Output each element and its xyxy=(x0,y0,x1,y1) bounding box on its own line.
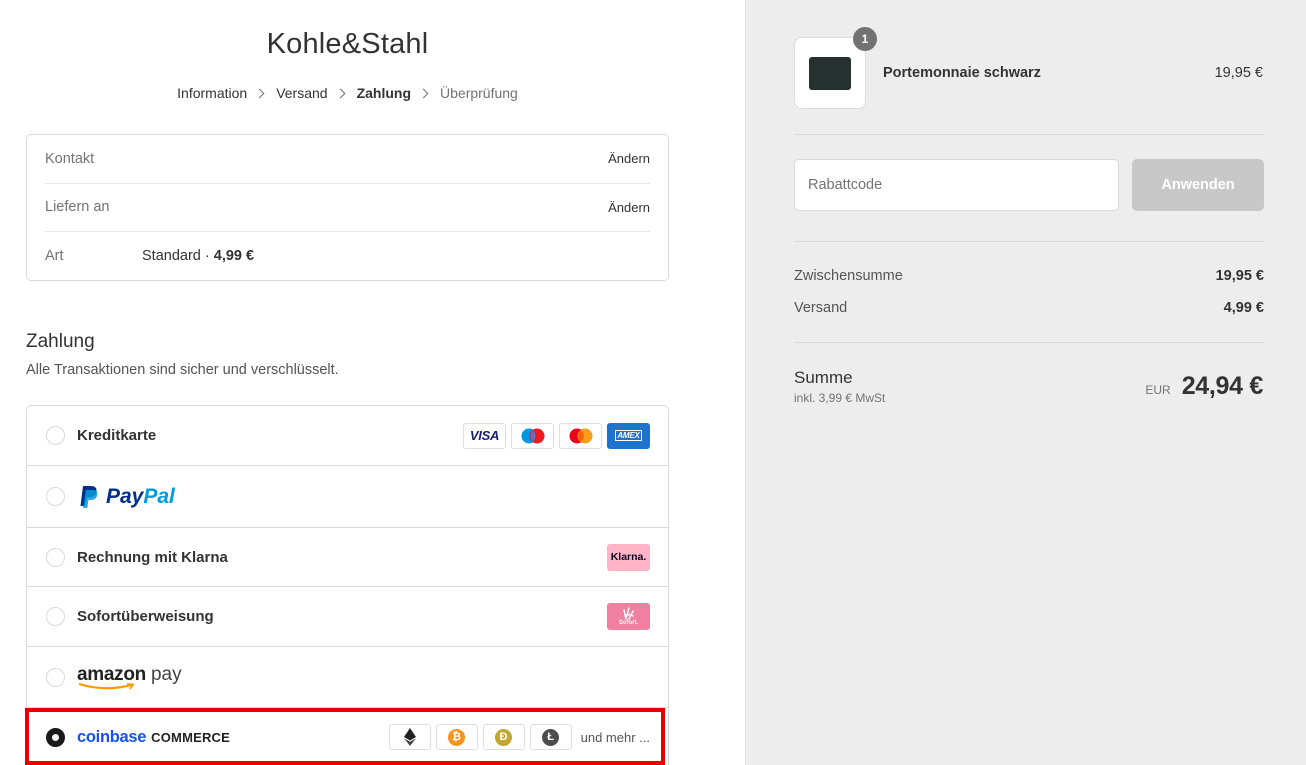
mastercard-icon xyxy=(559,422,602,449)
payment-methods: Kreditkarte VISA AMEX Pay Pal Rechnung m… xyxy=(26,405,669,765)
change-shipto-link[interactable]: Ändern xyxy=(608,200,650,215)
review-contact-label: Kontakt xyxy=(45,150,95,167)
order-summary: 1 Portemonnaie schwarz 19,95 € Anwenden … xyxy=(745,0,1306,765)
breadcrumb: Information Versand Zahlung Überprüfung xyxy=(0,85,695,101)
quantity-badge: 1 xyxy=(853,27,877,51)
review-shipto-row: Liefern an Ändern xyxy=(45,184,650,232)
breadcrumb-information[interactable]: Information xyxy=(177,85,247,101)
card-badges: VISA AMEX xyxy=(463,422,650,449)
crypto-badges: ₿ Ð Ł und mehr ... xyxy=(388,724,650,750)
total-label: Summe xyxy=(794,368,853,387)
shipping-method-price: 4,99 € xyxy=(213,248,255,265)
chevron-right-icon xyxy=(335,88,346,98)
radio-klarna[interactable] xyxy=(46,547,65,567)
divider xyxy=(794,241,1264,242)
bitcoin-icon: ₿ xyxy=(435,724,478,750)
maestro-icon xyxy=(511,422,554,449)
amex-icon: AMEX xyxy=(607,422,650,449)
breadcrumb-zahlung: Zahlung xyxy=(356,85,412,101)
product-thumbnail xyxy=(794,37,866,109)
review-method-row: Art Standard · 4,99 € xyxy=(45,232,650,281)
payment-option-amazonpay[interactable]: amazon pay xyxy=(27,647,668,708)
radio-sofort[interactable] xyxy=(46,607,65,626)
change-contact-link[interactable]: Ändern xyxy=(608,151,650,166)
review-method-label: Art xyxy=(45,248,64,265)
divider xyxy=(794,342,1264,343)
dogecoin-icon: Ð xyxy=(482,724,525,750)
paypal-logo: Pay Pal xyxy=(77,485,175,509)
apply-discount-button[interactable]: Anwenden xyxy=(1132,159,1264,211)
shop-title[interactable]: Kohle&Stahl xyxy=(0,28,695,61)
wallet-image xyxy=(809,56,851,90)
shipping-method-name: Standard · xyxy=(142,248,214,265)
total-currency: EUR xyxy=(1145,383,1171,397)
total-tax-note: inkl. 3,99 € MwSt xyxy=(794,391,886,405)
subtotal-label: Zwischensumme xyxy=(794,268,903,284)
checkout-main: Kohle&Stahl Information Versand Zahlung … xyxy=(0,0,745,765)
paypal-icon xyxy=(80,485,98,508)
product-price: 19,95 € xyxy=(1214,65,1263,81)
payment-option-sofort[interactable]: Sofortüberweisung Sofort. xyxy=(27,587,668,647)
total-amount: EUR 24,94 € xyxy=(1145,372,1263,401)
chevron-right-icon xyxy=(418,88,429,98)
radio-paypal[interactable] xyxy=(46,487,65,506)
payment-subtitle: Alle Transaktionen sind sicher und versc… xyxy=(26,362,339,378)
breadcrumb-ueberpruefung: Überprüfung xyxy=(440,85,518,101)
payment-option-coinbase[interactable]: coinbase COMMERCE ₿ Ð Ł und mehr ... xyxy=(27,708,668,765)
product-name: Portemonnaie schwarz xyxy=(883,65,1041,81)
divider xyxy=(794,134,1264,135)
amazon-smile-icon xyxy=(78,682,135,689)
shipping-value: 4,99 € xyxy=(1223,300,1264,316)
review-contact-row: Kontakt Ändern xyxy=(45,135,650,184)
shipping-row: Versand 4,99 € xyxy=(794,300,1264,316)
coinbase-commerce-logo: coinbase COMMERCE xyxy=(77,727,231,746)
amazonpay-logo: amazon pay xyxy=(77,665,182,690)
payment-option-kreditkarte[interactable]: Kreditkarte VISA AMEX xyxy=(27,406,668,466)
payment-label-klarna: Rechnung mit Klarna xyxy=(77,548,228,566)
payment-option-paypal[interactable]: Pay Pal xyxy=(27,466,668,528)
shipping-label: Versand xyxy=(794,300,848,316)
payment-label-sofort: Sofortüberweisung xyxy=(77,608,214,625)
payment-label-kreditkarte: Kreditkarte xyxy=(77,427,157,444)
breadcrumb-versand[interactable]: Versand xyxy=(276,85,327,101)
review-method-value: Standard · 4,99 € xyxy=(142,248,650,264)
radio-kreditkarte[interactable] xyxy=(46,426,65,445)
klarna-icon: Klarna. xyxy=(607,543,650,571)
payment-heading: Zahlung xyxy=(26,331,95,352)
more-coins-text: und mehr ... xyxy=(580,729,650,745)
radio-amazonpay[interactable] xyxy=(46,667,65,687)
ethereum-icon xyxy=(388,724,431,750)
radio-coinbase[interactable] xyxy=(46,727,65,747)
subtotal-row: Zwischensumme 19,95 € xyxy=(794,268,1264,284)
visa-icon: VISA xyxy=(463,422,506,449)
subtotal-value: 19,95 € xyxy=(1215,268,1264,284)
review-shipto-label: Liefern an xyxy=(45,199,110,216)
litecoin-icon: Ł xyxy=(529,724,572,750)
discount-code-input[interactable] xyxy=(794,159,1119,211)
chevron-right-icon xyxy=(254,88,265,98)
review-block: Kontakt Ändern Liefern an Ändern Art Sta… xyxy=(26,134,669,281)
sofort-icon: Sofort. xyxy=(607,603,650,630)
total-value: 24,94 € xyxy=(1181,372,1264,400)
payment-option-klarna[interactable]: Rechnung mit Klarna Klarna. xyxy=(27,528,668,587)
